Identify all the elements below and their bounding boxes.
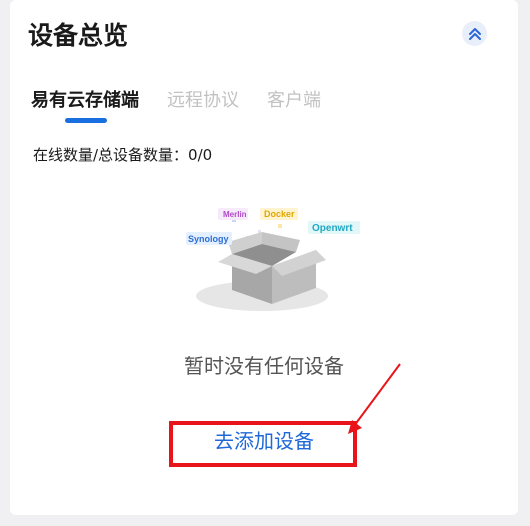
active-tab-indicator	[65, 118, 107, 123]
tag-openwrt: Openwrt	[312, 223, 353, 234]
tab-remote-protocol[interactable]: 远程协议	[167, 86, 239, 112]
tag-merlin: Merlin	[223, 210, 247, 219]
tag-synology: Synology	[188, 234, 229, 244]
collapse-button[interactable]	[462, 21, 487, 46]
add-device-link[interactable]: 去添加设备	[10, 425, 518, 454]
empty-box-icon: Merlin Docker Synology Openwrt	[186, 208, 360, 311]
device-overview-card: 设备总览 易有云存储端 远程协议 客户端 在线数量/总设备数量：0/0 Merl…	[10, 0, 518, 515]
device-count-text: 在线数量/总设备数量：0/0	[33, 146, 213, 164]
tag-docker: Docker	[264, 209, 295, 219]
tab-storage[interactable]: 易有云存储端	[31, 86, 139, 112]
double-chevron-up-icon	[468, 27, 481, 40]
tab-client[interactable]: 客户端	[267, 86, 321, 112]
empty-state-message: 暂时没有任何设备	[184, 354, 344, 378]
page-title: 设备总览	[28, 21, 129, 50]
